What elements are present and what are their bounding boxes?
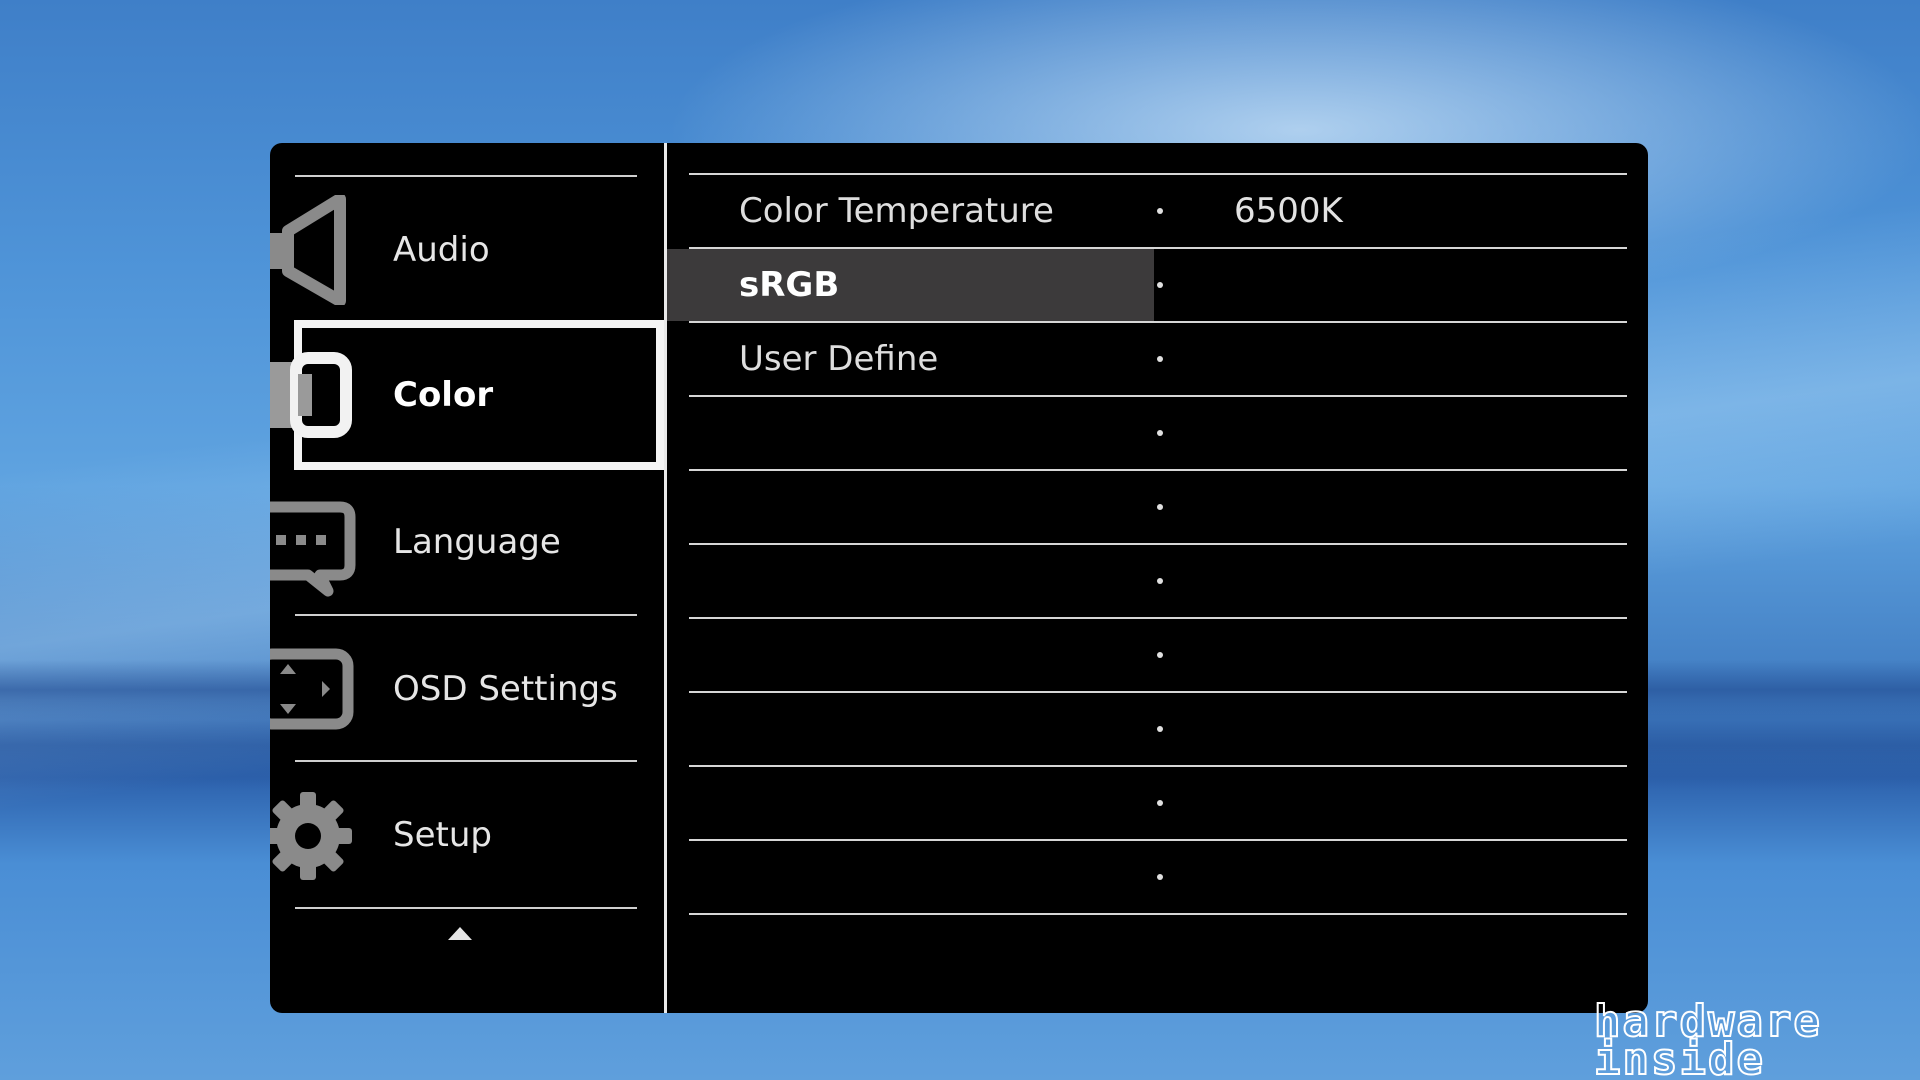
sidebar-separator	[295, 907, 637, 909]
bullet-icon	[1157, 282, 1163, 288]
option-row-empty[interactable]	[689, 545, 1627, 617]
sidebar-item-language[interactable]: Language	[270, 469, 664, 614]
sidebar-item-label: Language	[393, 521, 561, 562]
sidebar-item-label: OSD Settings	[393, 668, 618, 709]
option-name: Color Temperature	[739, 191, 1054, 231]
option-row-empty[interactable]	[689, 619, 1627, 691]
monitor-icon	[270, 351, 352, 438]
bullet-icon	[1157, 652, 1163, 658]
sidebar-item-setup[interactable]: Setup	[270, 762, 664, 907]
bullet-icon	[1157, 430, 1163, 436]
sidebar-item-audio[interactable]: Audio	[270, 177, 664, 322]
speaker-icon	[270, 194, 346, 305]
sidebar-item-label: Color	[393, 374, 494, 415]
option-row-srgb[interactable]: sRGB	[667, 249, 1627, 321]
option-row-user-define[interactable]: User Define	[689, 323, 1627, 395]
option-row-empty[interactable]	[689, 841, 1627, 913]
up-arrow-icon[interactable]	[448, 927, 472, 940]
row-separator	[689, 913, 1627, 915]
bullet-icon	[1157, 504, 1163, 510]
gear-icon	[270, 791, 352, 880]
desktop-background: Audio Color Language OSD Settings Setup …	[0, 0, 1920, 1080]
sidebar-item-label: Audio	[393, 229, 490, 270]
option-row-empty[interactable]	[689, 693, 1627, 765]
option-row-empty[interactable]	[689, 471, 1627, 543]
osd-screen-icon	[270, 648, 354, 729]
bullet-icon	[1157, 208, 1163, 214]
sidebar-item-label: Setup	[393, 814, 492, 855]
bullet-icon	[1157, 578, 1163, 584]
bullet-icon	[1157, 800, 1163, 806]
option-name: sRGB	[739, 265, 840, 305]
option-row-empty[interactable]	[689, 767, 1627, 839]
bullet-icon	[1157, 356, 1163, 362]
sidebar-item-color-row[interactable]: Color	[270, 322, 664, 467]
bullet-icon	[1157, 874, 1163, 880]
option-row-empty[interactable]	[689, 397, 1627, 469]
osd-sidebar: Audio Color Language OSD Settings Setup	[270, 143, 664, 1013]
option-row-color-temperature[interactable]: Color Temperature 6500K	[689, 175, 1627, 247]
bullet-icon	[1157, 726, 1163, 732]
option-name: User Define	[739, 339, 939, 379]
option-value: 6500K	[1234, 191, 1343, 231]
sidebar-item-osd-settings[interactable]: OSD Settings	[270, 616, 664, 761]
osd-content-panel: Color Temperature 6500K sRGB User Define	[667, 143, 1648, 1013]
speech-bubble-icon	[270, 501, 356, 596]
osd-menu: Audio Color Language OSD Settings Setup …	[270, 143, 1648, 1013]
logo-line-2: inside	[1594, 1034, 1765, 1076]
hardware-inside-logo: hardware inside	[1594, 998, 1821, 1076]
